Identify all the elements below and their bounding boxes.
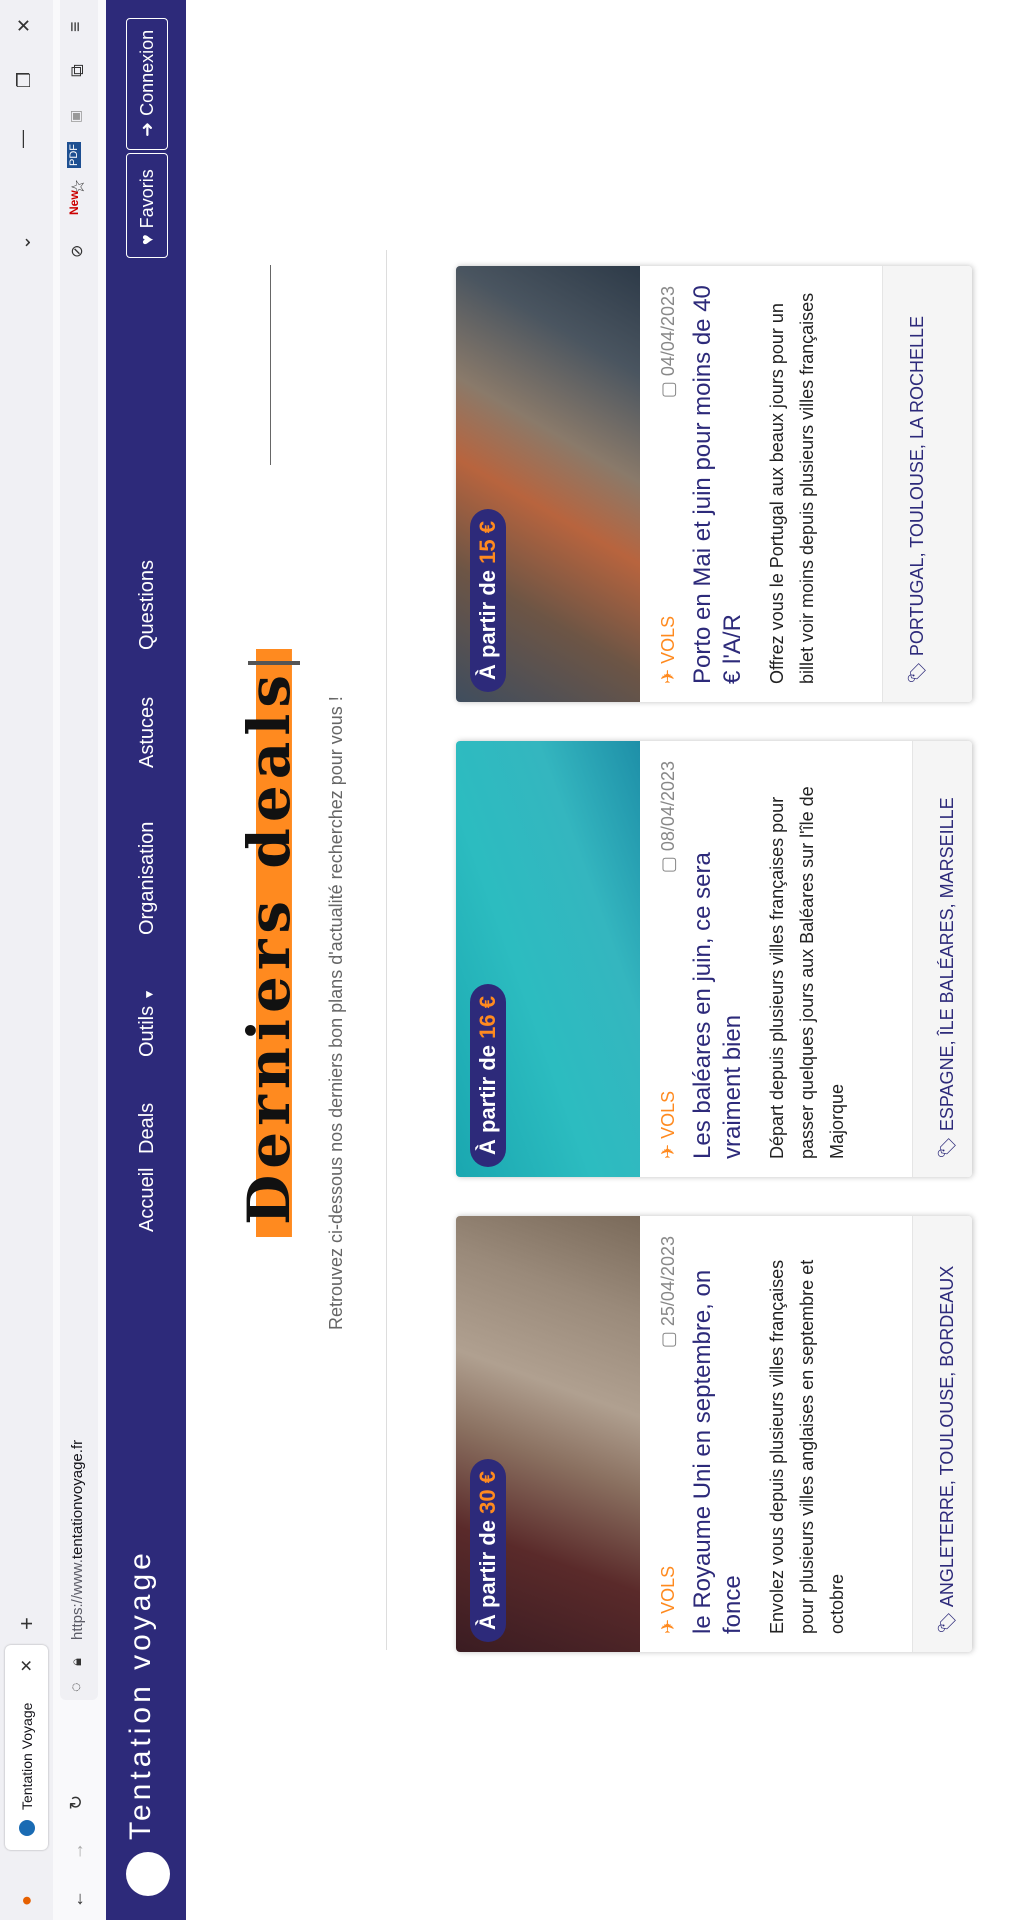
browser-tabbar: ● Tentation Voyage ✕ + ⌄ — ❐ ✕ bbox=[0, 0, 53, 1920]
category-label: VOLS bbox=[658, 1090, 678, 1139]
price-amount: 15 € bbox=[475, 521, 500, 564]
forward-icon[interactable]: → bbox=[67, 1842, 88, 1860]
extensions-puzzle-icon[interactable]: ⧉ bbox=[67, 64, 88, 77]
price-prefix: À partir de bbox=[475, 563, 500, 680]
extension-pdf-icon[interactable]: PDF bbox=[67, 142, 81, 168]
deal-tags[interactable]: 🏷︎ ANGLETERRE, TOULOUSE, BORDEAUX bbox=[933, 1234, 961, 1634]
restore-icon[interactable]: ❐ bbox=[14, 72, 35, 88]
deal-footer: 🏷︎ ANGLETERRE, TOULOUSE, BORDEAUX bbox=[912, 1216, 972, 1652]
price-amount: 30 € bbox=[475, 1471, 500, 1514]
site-brand[interactable]: Tentation voyage bbox=[124, 1549, 158, 1840]
price-prefix: À partir de bbox=[475, 1513, 500, 1630]
divider bbox=[386, 250, 387, 1650]
login-button[interactable]: ➜ Connexion bbox=[126, 18, 168, 150]
category[interactable]: ✈ VOLS bbox=[658, 1566, 679, 1634]
tag-icon: 🏷︎ bbox=[937, 1611, 957, 1634]
deal-title[interactable]: Porto en Mai et juin pour moins de 40 € … bbox=[688, 284, 748, 684]
nav-outils-label: Outils bbox=[136, 1005, 158, 1057]
browser-toolbar: ← → ↻ ◌ 🔒︎ https://www.tentationvoyage.f… bbox=[53, 0, 107, 1920]
tab-list-icon[interactable]: ⌄ bbox=[14, 235, 35, 250]
deal-description: Départ depuis plusieurs villes française… bbox=[767, 786, 847, 1159]
price-badge: À partir de 16 € bbox=[470, 984, 506, 1167]
category[interactable]: ✈ VOLS bbox=[658, 616, 679, 684]
page-title-text: Derniers deals bbox=[235, 669, 303, 1225]
site-logo-icon[interactable] bbox=[126, 1852, 170, 1896]
deal-body: ✈ VOLS ▢ 25/04/2023 le Royaume Uni en se… bbox=[640, 1216, 972, 1652]
deal-footer: 🏷︎ PORTUGAL, TOULOUSE, LA ROCHELLE bbox=[882, 266, 972, 702]
tab-title: Tentation Voyage bbox=[18, 1702, 35, 1810]
tab-favicon-icon bbox=[18, 1820, 35, 1836]
tags-text: ANGLETERRE, TOULOUSE, BORDEAUX bbox=[937, 1265, 957, 1608]
date: ▢ 08/04/2023 bbox=[658, 761, 679, 873]
lock-icon[interactable]: 🔒︎ bbox=[68, 1658, 85, 1666]
site-header: Tentation voyage Accueil Deals Outils ▼ … bbox=[106, 0, 186, 1920]
pocket-icon[interactable]: ⊘ bbox=[67, 245, 87, 258]
heart-icon: ♥ bbox=[136, 234, 157, 245]
typing-cursor bbox=[248, 661, 300, 665]
nav-organisation[interactable]: Organisation bbox=[136, 822, 159, 935]
deal-description: Envolez vous depuis plusieurs villes fra… bbox=[767, 1259, 847, 1634]
browser-tab[interactable]: Tentation Voyage ✕ bbox=[5, 1645, 48, 1850]
firefox-menu-icon[interactable]: ● bbox=[16, 1895, 37, 1906]
deal-description: Offrez vous le Portugal aux beaux jours … bbox=[767, 292, 817, 684]
category-label: VOLS bbox=[658, 1565, 678, 1614]
url-text[interactable]: https://www.tentationvoyage.fr bbox=[69, 1440, 86, 1640]
deal-card[interactable]: À partir de 15 € ✈ VOLS ▢ 04/04/2023 Por… bbox=[456, 266, 972, 702]
caret-down-icon: ▼ bbox=[142, 988, 156, 1001]
calendar-icon: ▢ bbox=[658, 856, 678, 874]
plane-icon: ✈ bbox=[658, 1618, 678, 1634]
page: ● Tentation Voyage ✕ + ⌄ — ❐ ✕ ← → ↻ ◌ 🔒… bbox=[0, 0, 1020, 1920]
nav-outils[interactable]: Outils ▼ bbox=[136, 988, 159, 1057]
date-text: 04/04/2023 bbox=[658, 286, 678, 377]
calendar-icon: ▢ bbox=[658, 1331, 678, 1349]
app-menu-icon[interactable]: ≡ bbox=[65, 21, 86, 32]
price-badge: À partir de 30 € bbox=[470, 1459, 506, 1642]
date: ▢ 04/04/2023 bbox=[658, 286, 679, 398]
deal-tags[interactable]: 🏷︎ PORTUGAL, TOULOUSE, LA ROCHELLE bbox=[903, 284, 931, 684]
favorites-label: Favoris bbox=[136, 169, 157, 229]
login-label: Connexion bbox=[136, 29, 157, 116]
calendar-icon: ▢ bbox=[658, 381, 678, 399]
price-prefix: À partir de bbox=[475, 1038, 500, 1155]
minimize-icon[interactable]: — bbox=[12, 130, 33, 148]
nav-accueil[interactable]: Accueil bbox=[136, 1168, 159, 1232]
deal-title[interactable]: le Royaume Uni en septembre, on fonce bbox=[688, 1234, 748, 1634]
close-window-icon[interactable]: ✕ bbox=[14, 18, 35, 33]
deal-tags[interactable]: 🏷︎ ESPAGNE, ÎLE BALÉARES, MARSEILLE bbox=[933, 759, 961, 1159]
category[interactable]: ✈ VOLS bbox=[658, 1091, 679, 1159]
tag-icon: 🏷︎ bbox=[937, 1136, 957, 1159]
price-amount: 16 € bbox=[475, 996, 500, 1039]
deal-title[interactable]: Les baléares en juin, ce sera vraiment b… bbox=[688, 759, 748, 1159]
decorative-line bbox=[270, 265, 271, 465]
date: ▢ 25/04/2023 bbox=[658, 1236, 679, 1348]
favorites-button[interactable]: ♥ Favoris bbox=[126, 153, 168, 258]
tags-text: PORTUGAL, TOULOUSE, LA ROCHELLE bbox=[907, 316, 927, 657]
nav-deals[interactable]: Deals bbox=[136, 1103, 159, 1154]
deal-body: ✈ VOLS ▢ 04/04/2023 Porto en Mai et juin… bbox=[640, 266, 972, 702]
extension-new-icon[interactable]: New bbox=[67, 190, 81, 215]
page-subtitle: Retrouvez ci-dessous nos derniers bon pl… bbox=[326, 696, 346, 1330]
extension-grey-icon[interactable]: ▣ bbox=[67, 110, 84, 123]
new-tab-icon[interactable]: + bbox=[14, 1617, 40, 1630]
date-text: 25/04/2023 bbox=[658, 1236, 678, 1327]
nav-astuces[interactable]: Astuces bbox=[136, 697, 159, 768]
reload-icon[interactable]: ↻ bbox=[66, 1795, 87, 1810]
tag-icon: 🏷︎ bbox=[907, 661, 927, 684]
nav-questions[interactable]: Questions bbox=[136, 560, 159, 650]
price-badge: À partir de 15 € bbox=[470, 509, 506, 692]
page-title: Derniers deals bbox=[235, 649, 303, 1237]
plane-icon: ✈ bbox=[658, 1143, 678, 1159]
tab-close-icon[interactable]: ✕ bbox=[17, 1659, 37, 1672]
tracking-shield-icon[interactable]: ◌ bbox=[68, 1682, 86, 1692]
plane-icon: ✈ bbox=[658, 668, 678, 684]
login-icon: ➜ bbox=[136, 121, 157, 137]
date-text: 08/04/2023 bbox=[658, 761, 678, 852]
deal-card[interactable]: À partir de 30 € ✈ VOLS ▢ 25/04/2023 le … bbox=[456, 1216, 972, 1652]
deal-footer: 🏷︎ ESPAGNE, ÎLE BALÉARES, MARSEILLE bbox=[912, 741, 972, 1177]
category-label: VOLS bbox=[658, 615, 678, 664]
deal-card[interactable]: À partir de 16 € ✈ VOLS ▢ 08/04/2023 Les… bbox=[456, 741, 972, 1177]
deal-body: ✈ VOLS ▢ 08/04/2023 Les baléares en juin… bbox=[640, 741, 972, 1177]
back-icon[interactable]: ← bbox=[67, 1890, 88, 1908]
tags-text: ESPAGNE, ÎLE BALÉARES, MARSEILLE bbox=[937, 797, 957, 1132]
